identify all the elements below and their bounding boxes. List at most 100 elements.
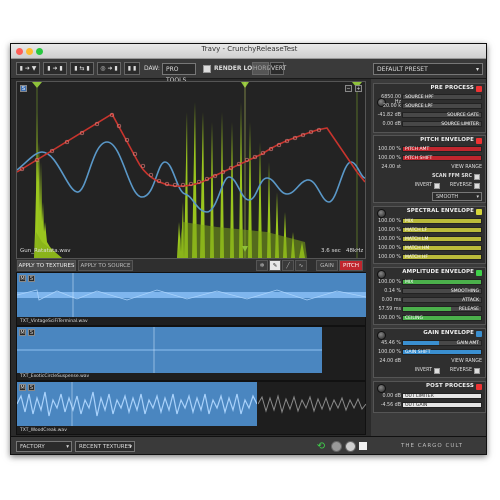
source-hpf-slider[interactable]: SOURCE HPF xyxy=(402,94,482,100)
gain-invert-checkbox[interactable] xyxy=(434,368,440,374)
out-limiter-value[interactable]: 0.00 dB xyxy=(377,394,401,399)
match-hm-slider[interactable]: MATCH HM xyxy=(402,245,482,251)
smoothing-value[interactable]: 0.14 % xyxy=(377,289,401,294)
match-hm-value[interactable]: 100.00 % xyxy=(377,246,401,251)
export-icon[interactable]: ▮ ➜ ▮ xyxy=(43,62,67,75)
gain-shift-slider[interactable]: GAIN SHIFT xyxy=(402,349,482,355)
smooth-select[interactable]: SMOOTH ▾ xyxy=(432,192,482,201)
match-lm-value[interactable]: 100.00 % xyxy=(377,237,401,242)
source-limiter-value[interactable]: 0.00 dB xyxy=(377,122,401,127)
pitch-view-range-value[interactable]: 24.00 st xyxy=(377,165,401,170)
out-limiter-slider[interactable]: OUT LIMITER xyxy=(402,393,482,399)
source-gate-value[interactable]: -41.82 dB xyxy=(377,113,401,118)
mute-button[interactable]: M xyxy=(19,384,26,391)
gain-envelope-indicator[interactable] xyxy=(476,331,482,337)
out-gain-value[interactable]: -4.56 dB xyxy=(377,403,401,408)
pre-process-indicator[interactable] xyxy=(476,86,482,92)
tab-pitch[interactable]: PITCH xyxy=(339,260,363,271)
folder-icon[interactable]: ▮ ▮ xyxy=(124,62,140,75)
amp-mix-slider[interactable]: MIX xyxy=(402,279,482,285)
texture-region[interactable] xyxy=(17,273,366,317)
spectral-envelope-indicator[interactable] xyxy=(476,209,482,215)
tab-apply-source[interactable]: APPLY TO SOURCE xyxy=(78,260,133,271)
source-lpf-slider[interactable]: SOURCE LPF xyxy=(402,103,482,109)
mute-button[interactable]: M xyxy=(19,275,26,282)
source-limiter-slider[interactable]: SOURCE LIMITER xyxy=(402,121,482,127)
waveform-display[interactable]: S − + Gun_Ratatata.wav 3.6 sec 48kHz xyxy=(16,81,366,259)
amplitude-envelope-indicator[interactable] xyxy=(476,270,482,276)
play-icon[interactable] xyxy=(331,441,342,452)
texture-region[interactable] xyxy=(17,327,322,373)
recent-textures-select[interactable]: RECENT TEXTURES ▾ xyxy=(75,441,135,452)
factory-textures-select[interactable]: FACTORY TEXTURES ▾ xyxy=(16,441,72,452)
post-process-knob[interactable] xyxy=(377,384,386,393)
tab-gain[interactable]: GAIN xyxy=(316,260,338,271)
record-icon[interactable] xyxy=(345,441,356,452)
match-lf-slider[interactable]: MATCH LF xyxy=(402,227,482,233)
daw-select[interactable]: PRO TOOLS xyxy=(162,63,196,84)
texture-lane-2[interactable]: M S TXT_ExoticCircleSuspense.wav xyxy=(16,326,366,381)
release-slider[interactable]: RELEASE xyxy=(402,306,482,312)
layers-icon[interactable]: ◎ ➜ ▮ xyxy=(97,62,121,75)
pitch-shift-value[interactable]: 100.00 % xyxy=(377,156,401,161)
attack-value[interactable]: 0.00 ms xyxy=(377,298,401,303)
horiz-toggle[interactable]: HORIZ xyxy=(252,62,272,75)
pencil-icon[interactable]: ✎ xyxy=(269,260,281,271)
mute-button[interactable]: M xyxy=(19,329,26,336)
gear-icon[interactable]: ✻ xyxy=(256,260,268,271)
spectral-mix-value[interactable]: 100.00 % xyxy=(377,219,401,224)
match-lf-value[interactable]: 100.00 % xyxy=(377,228,401,233)
scan-ffm-checkbox[interactable] xyxy=(474,174,480,180)
gain-reverse-checkbox[interactable] xyxy=(474,368,480,374)
tab-apply-textures[interactable]: APPLY TO TEXTURES xyxy=(17,260,76,271)
pitch-amt-value[interactable]: 100.00 % xyxy=(377,147,401,152)
amplitude-knob[interactable] xyxy=(377,270,386,279)
render-icon[interactable]: ▮ ⇆ ▮ xyxy=(70,62,94,75)
pitch-invert-checkbox[interactable] xyxy=(434,183,440,189)
import-icon[interactable]: ▮ ➜ ▼ xyxy=(16,62,40,75)
post-process-title: POST PROCESS xyxy=(426,383,474,389)
curve-tool-icon[interactable]: ∿ xyxy=(295,260,307,271)
texture-region[interactable] xyxy=(17,382,257,426)
zoom-in-icon[interactable]: + xyxy=(355,85,362,92)
gain-knob[interactable] xyxy=(377,331,386,340)
solo-button[interactable]: S xyxy=(28,275,35,282)
vert-toggle[interactable]: VERT xyxy=(270,62,286,75)
pitch-amt-slider[interactable]: PITCH AMT xyxy=(402,146,482,152)
render-loops-checkbox[interactable] xyxy=(203,65,211,73)
pitch-shift-slider[interactable]: PITCH SHIFT xyxy=(402,155,482,161)
amp-mix-value[interactable]: 100.00 % xyxy=(377,280,401,285)
smoothing-slider[interactable]: SMOOTHING xyxy=(402,288,482,294)
stop-icon[interactable] xyxy=(359,442,367,450)
spectral-mix-slider[interactable]: MIX xyxy=(402,218,482,224)
gain-view-range-value[interactable]: 24.00 dB xyxy=(377,359,401,364)
loop-start-handle[interactable] xyxy=(32,82,42,88)
loop-icon[interactable]: ⟲ xyxy=(315,441,327,453)
release-value[interactable]: 57.59 ms xyxy=(377,307,401,312)
match-hf-slider[interactable]: MATCH HF xyxy=(402,254,482,260)
texture-lane-1[interactable]: M S TXT_VintageSciFiTerminal.wav xyxy=(16,272,366,326)
solo-button[interactable]: S xyxy=(20,85,27,92)
line-tool-icon[interactable]: ╱ xyxy=(282,260,294,271)
spectral-knob[interactable] xyxy=(377,209,386,218)
texture-lane-3[interactable]: M S TXT_WoodCreak.wav xyxy=(16,381,366,435)
out-gain-slider[interactable]: OUT GAIN xyxy=(402,402,482,408)
ceiling-slider[interactable]: CEILING xyxy=(402,315,482,321)
envelope-points[interactable] xyxy=(19,112,322,188)
preset-select[interactable]: DEFAULT PRESET ▾ xyxy=(373,63,483,75)
zoom-out-icon[interactable]: − xyxy=(345,85,352,92)
gain-shift-value[interactable]: 100.00 % xyxy=(377,350,401,355)
gain-amt-slider[interactable]: GAIN AMT xyxy=(402,340,482,346)
match-lm-slider[interactable]: MATCH LM xyxy=(402,236,482,242)
source-gate-slider[interactable]: SOURCE GATE xyxy=(402,112,482,118)
post-process-indicator[interactable] xyxy=(476,384,482,390)
solo-button[interactable]: S xyxy=(28,384,35,391)
gain-amt-value[interactable]: 45.46 % xyxy=(377,341,401,346)
pitch-envelope-indicator[interactable] xyxy=(476,138,482,144)
ceiling-value[interactable]: 100.00 % xyxy=(377,316,401,321)
attack-slider[interactable]: ATTACK xyxy=(402,297,482,303)
source-lpf-value[interactable]: 20.00 k xyxy=(377,104,401,109)
pitch-reverse-checkbox[interactable] xyxy=(474,183,480,189)
solo-button[interactable]: S xyxy=(28,329,35,336)
match-hf-value[interactable]: 100.00 % xyxy=(377,255,401,260)
